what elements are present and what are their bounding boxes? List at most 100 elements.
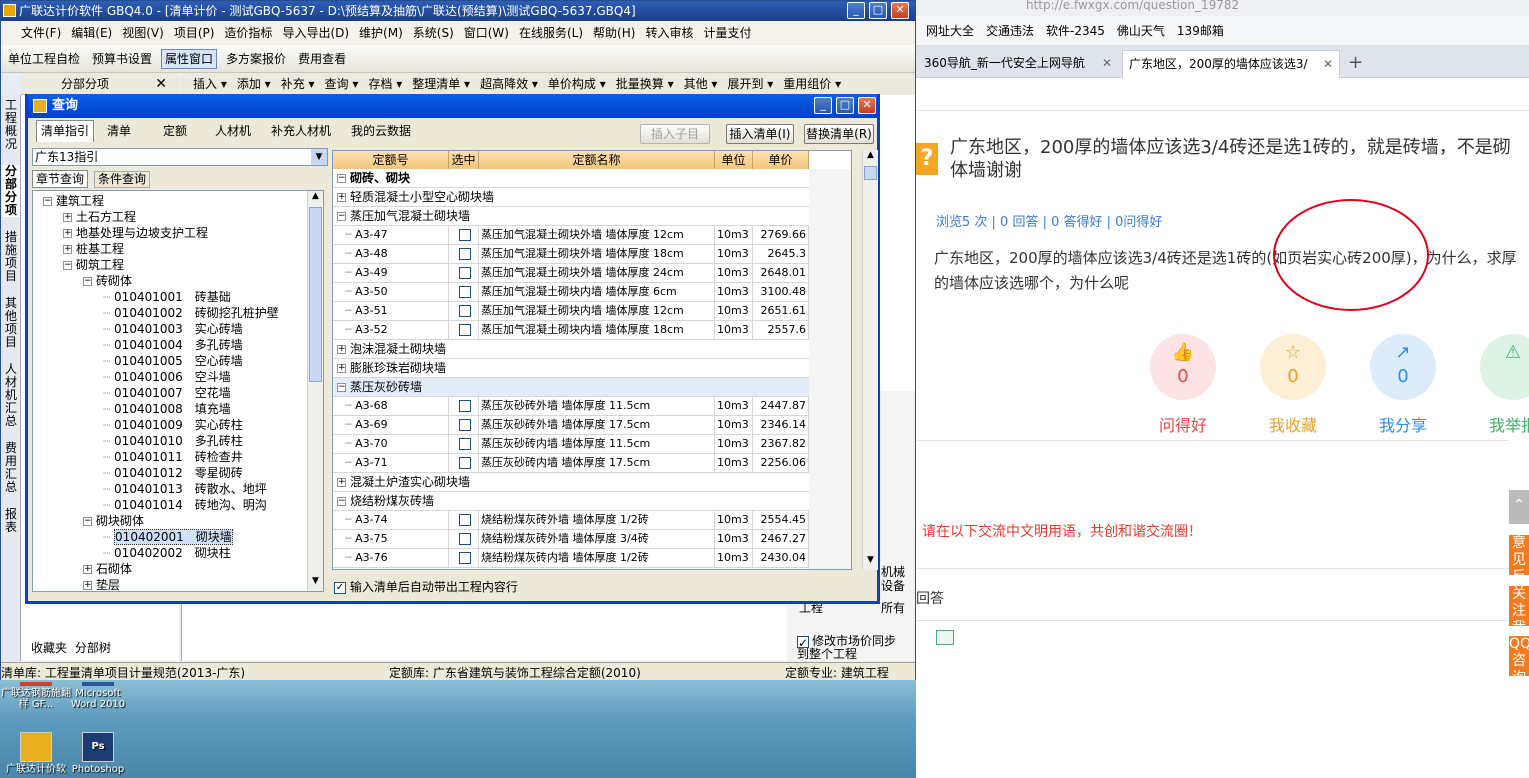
tree-expand-icon[interactable]: + <box>63 245 72 254</box>
browser-tab[interactable]: 广东地区，200厚的墙体应该选3/ ✕ <box>1122 50 1340 78</box>
cell-select[interactable] <box>449 549 479 568</box>
maximize-button[interactable]: □ <box>869 2 887 19</box>
side-button[interactable]: 意见反馈 <box>1509 535 1529 575</box>
dialog-close-button[interactable]: ✕ <box>858 97 876 114</box>
guide-select[interactable]: 广东13指引 ▼ <box>32 148 328 166</box>
select-checkbox[interactable] <box>458 533 471 545</box>
side-tab[interactable]: 其他项目 <box>2 297 20 349</box>
table-row[interactable]: ─ A3-75 烧结粉煤灰砖外墙 墙体厚度 3/4砖 10m3 2467.27 <box>333 530 809 549</box>
table-row[interactable]: ─ A3-49 蒸压加气混凝土砌块外墙 墙体厚度 24cm 10m3 2648.01 <box>333 264 809 283</box>
favorite-link[interactable]: 佛山天气 <box>1117 24 1165 38</box>
toolbar-button[interactable]: 预算书设置 <box>89 45 155 72</box>
tree-node[interactable]: ┈ 010401010 多孔砖柱 <box>103 433 243 449</box>
toolbar2-item[interactable]: 单价构成 ▾ <box>548 77 606 91</box>
table-row[interactable]: ─ A3-50 蒸压加气混凝土砌块内墙 墙体厚度 6cm 10m3 3100.48 <box>333 283 809 302</box>
table-row[interactable]: ─ A3-71 蒸压灰砂砖内墙 墙体厚度 17.5cm 10m3 2256.06 <box>333 454 809 473</box>
close-icon[interactable]: ✕ <box>1102 50 1112 76</box>
select-checkbox[interactable] <box>458 457 471 469</box>
insert-sub-button[interactable]: 插入子目 <box>640 124 710 144</box>
grid-header[interactable]: 选中 <box>449 151 479 169</box>
close-button[interactable]: ✕ <box>891 2 909 19</box>
side-tab[interactable]: 工程概况 <box>2 99 20 151</box>
cell-select[interactable] <box>449 245 479 264</box>
tree-scrollbar[interactable]: ▲ ▼ <box>307 191 323 591</box>
grid-header[interactable]: 单位 <box>715 151 753 169</box>
group-expand-icon[interactable]: − <box>337 383 346 392</box>
grid-group-row[interactable]: + 膨胀珍珠岩砌块墙 <box>333 359 809 378</box>
cell-select[interactable] <box>449 530 479 549</box>
select-checkbox[interactable] <box>458 305 471 317</box>
tree-node[interactable]: + 桩基工程 <box>63 241 124 257</box>
tree-node[interactable]: ┈ 010401012 零星砌砖 <box>103 465 243 481</box>
back-to-top-icon[interactable]: ⌃ <box>1509 490 1529 524</box>
group-expand-icon[interactable]: + <box>337 478 346 487</box>
new-tab-icon[interactable]: + <box>1348 52 1363 73</box>
cell-select[interactable] <box>449 397 479 416</box>
action-3[interactable]: ⚠ 我举报 <box>1478 334 1529 436</box>
menu-item[interactable]: 项目(P) <box>174 26 215 40</box>
grid-header[interactable]: 定额名称 <box>479 151 715 169</box>
toolbar2-item[interactable]: 存档 ▾ <box>368 77 402 91</box>
grid-group-row[interactable]: + 混凝土炉渣实心砌块墙 <box>333 473 809 492</box>
grid-group-row[interactable]: + 轻质混凝土小型空心砌块墙 <box>333 188 809 207</box>
tree-node[interactable]: + 石砌体 <box>83 561 132 577</box>
select-checkbox[interactable] <box>458 267 471 279</box>
toolbar2-item[interactable]: 整理清单 ▾ <box>412 77 470 91</box>
cell-select[interactable] <box>449 302 479 321</box>
minimize-button[interactable]: _ <box>847 2 865 19</box>
toolbar2-item[interactable]: 查询 ▾ <box>325 77 359 91</box>
toolbar2-item[interactable]: 展开到 ▾ <box>727 77 773 91</box>
toolbar-button[interactable]: 属性窗口 <box>161 49 218 69</box>
tree-node[interactable]: ┈ 010401003 实心砖墙 <box>103 321 243 337</box>
tree-expand-icon[interactable]: + <box>63 229 72 238</box>
tab-favorites[interactable]: 收藏夹 <box>31 641 67 655</box>
table-row[interactable]: ─ A3-76 烧结粉煤灰砖内墙 墙体厚度 1/2砖 10m3 2430.04 <box>333 549 809 568</box>
select-checkbox[interactable] <box>458 552 471 564</box>
table-row[interactable]: ─ A3-47 蒸压加气混凝土砌块外墙 墙体厚度 12cm 10m3 2769.66 <box>333 226 809 245</box>
side-tab[interactable]: 报表 <box>2 508 20 534</box>
menu-item[interactable]: 转入审核 <box>645 26 693 40</box>
tree-node[interactable]: ┈ 010401013 砖散水、地坪 <box>103 481 267 497</box>
select-checkbox[interactable] <box>458 419 471 431</box>
select-checkbox[interactable] <box>458 514 471 526</box>
favorite-link[interactable]: 软件-2345 <box>1046 24 1105 38</box>
select-checkbox[interactable] <box>458 400 471 412</box>
cell-select[interactable] <box>449 283 479 302</box>
scroll-thumb[interactable] <box>864 166 877 180</box>
tree-expand-icon[interactable]: − <box>63 261 72 270</box>
dialog-tab[interactable]: 定额 <box>158 120 192 141</box>
tab-section-tree[interactable]: 分部树 <box>75 641 111 655</box>
toolbar-button[interactable]: 费用查看 <box>295 45 349 72</box>
tree-node[interactable]: − 砌筑工程 <box>63 257 124 273</box>
tree-node[interactable]: ┈ 010401004 多孔砖墙 <box>103 337 243 353</box>
tree-node[interactable]: + 土石方工程 <box>63 209 136 225</box>
action-1[interactable]: ☆ 0 我收藏 <box>1258 334 1328 436</box>
tab-condition-query[interactable]: 条件查询 <box>94 171 151 188</box>
scroll-down-icon[interactable]: ▼ <box>308 576 323 591</box>
group-expand-icon[interactable]: + <box>337 345 346 354</box>
menu-item[interactable]: 导入导出(D) <box>282 26 349 40</box>
menu-item[interactable]: 文件(F) <box>21 26 61 40</box>
browser-tab[interactable]: 360导航_新一代安全上网导航 ✕ <box>918 50 1118 78</box>
dialog-maximize-button[interactable]: □ <box>836 97 854 114</box>
close-icon[interactable]: ✕ <box>155 73 167 95</box>
side-button[interactable]: 关注我 <box>1509 586 1529 626</box>
toolbar-button[interactable]: 单位工程自检 <box>5 45 83 72</box>
toolbar-button[interactable]: 多方案报价 <box>223 45 289 72</box>
sync-price-checkbox[interactable]: ✓ 修改市场价同步到整个工程 <box>797 635 907 660</box>
favorite-link[interactable]: 交通违法 <box>986 24 1034 38</box>
table-row[interactable]: ─ A3-68 蒸压灰砂砖外墙 墙体厚度 11.5cm 10m3 2447.87 <box>333 397 809 416</box>
tree-node[interactable]: ┈ 010401014 砖地沟、明沟 <box>103 497 267 513</box>
dialog-minimize-button[interactable]: _ <box>814 97 832 114</box>
table-row[interactable]: ─ A3-51 蒸压加气混凝土砌块内墙 墙体厚度 12cm 10m3 2651.61 <box>333 302 809 321</box>
thumb-up-icon[interactable]: 👍 0 <box>1150 334 1216 400</box>
tree-node[interactable]: ┈ 010402002 砌块柱 <box>103 545 231 561</box>
menu-item[interactable]: 帮助(H) <box>593 26 635 40</box>
menu-item[interactable]: 在线服务(L) <box>519 26 583 40</box>
dialog-tab[interactable]: 补充人材机 <box>266 120 336 141</box>
side-tab[interactable]: 费用汇总 <box>2 442 20 494</box>
grid-group-row[interactable]: − 蒸压加气混凝土砌块墙 <box>333 207 809 226</box>
tree-expand-icon[interactable]: − <box>83 517 92 526</box>
cell-select[interactable] <box>449 226 479 245</box>
grid-header[interactable]: 定额号 <box>333 151 449 169</box>
